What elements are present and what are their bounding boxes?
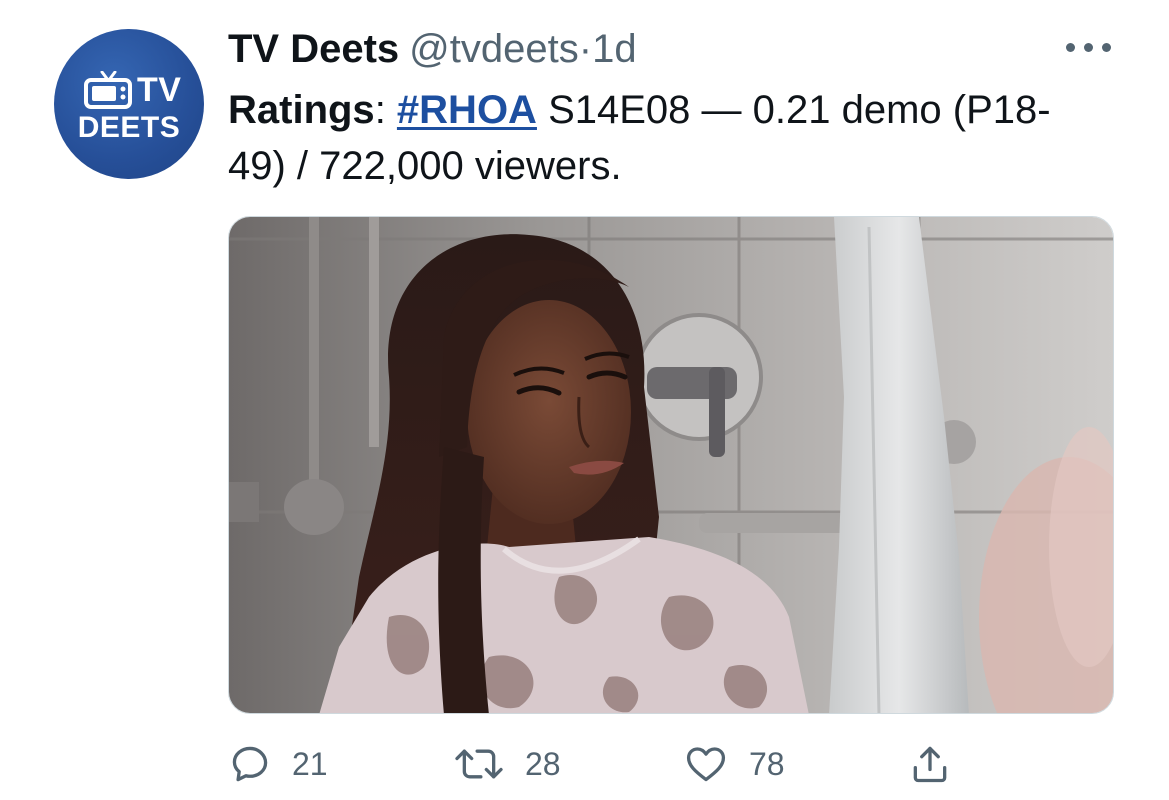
- hashtag-link[interactable]: #RHOA: [397, 88, 537, 132]
- like-button[interactable]: 78: [683, 736, 785, 792]
- speech-bubble-icon: [232, 746, 268, 782]
- avatar[interactable]: TV DEETS: [54, 29, 204, 179]
- timestamp[interactable]: 1d: [592, 27, 637, 71]
- tweet-header: TV Deets @tvdeets·1d: [228, 24, 637, 74]
- reply-count: 21: [292, 745, 328, 782]
- dot-separator: ·: [578, 27, 593, 71]
- tweet-media-image[interactable]: [228, 216, 1114, 714]
- reply-button[interactable]: 21: [228, 736, 328, 792]
- tweet-label: Ratings: [228, 88, 375, 132]
- tv-icon: [84, 71, 132, 109]
- retweet-button[interactable]: 28: [453, 736, 561, 792]
- retweet-icon: [455, 749, 503, 779]
- media-photo: [229, 217, 1113, 713]
- more-horizontal-icon-dot: [1102, 43, 1111, 52]
- avatar-logo-tv: TV: [137, 71, 182, 109]
- tweet-actions: 21 28 78: [228, 736, 1114, 792]
- share-icon: [913, 746, 947, 783]
- share-button[interactable]: [908, 736, 952, 792]
- display-name[interactable]: TV Deets: [228, 27, 399, 71]
- user-handle[interactable]: @tvdeets: [409, 27, 579, 71]
- more-horizontal-icon: [1066, 43, 1075, 52]
- tweet-text: Ratings: #RHOA S14E08 — 0.21 demo (P18-4…: [228, 82, 1088, 194]
- retweet-count: 28: [525, 745, 561, 782]
- tweet-colon: :: [374, 88, 397, 132]
- like-count: 78: [749, 745, 785, 782]
- more-horizontal-icon-dot: [1084, 43, 1093, 52]
- avatar-logo-deets: DEETS: [77, 111, 181, 144]
- heart-icon: [686, 747, 726, 782]
- more-options-button[interactable]: [1066, 38, 1112, 58]
